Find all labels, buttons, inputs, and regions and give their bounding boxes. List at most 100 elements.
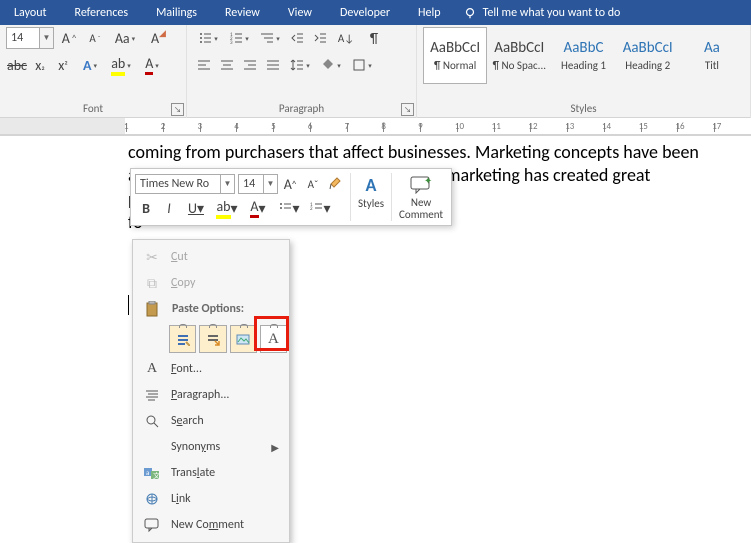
sort-button[interactable]: A↓ xyxy=(332,27,362,49)
mini-new-comment-label: NewComment xyxy=(399,197,443,221)
tab-help[interactable]: Help xyxy=(404,0,455,25)
ctx-search[interactable]: Search xyxy=(135,408,287,434)
numbering-button[interactable]: 123▾ xyxy=(224,27,254,49)
font-size-value[interactable]: 14 xyxy=(6,27,40,49)
horizontal-ruler[interactable]: 1234567891011121314151617 xyxy=(0,118,751,136)
ctx-cut: ✂Cut xyxy=(135,244,287,270)
shading-button[interactable]: ▾ xyxy=(316,54,346,76)
chevron-down-icon[interactable]: ▼ xyxy=(221,174,235,194)
chevron-right-icon: ▶ xyxy=(271,441,279,454)
group-paragraph: ▾ 123▾ ▾ A↓ ¶ ▾ ▾ ▾ Paragraph ↘ xyxy=(187,25,417,118)
chevron-down-icon[interactable]: ▼ xyxy=(40,27,54,49)
ctx-translate[interactable]: a文Translate xyxy=(135,460,287,486)
paragraph-dialog-launcher[interactable]: ↘ xyxy=(401,103,414,116)
paste-text-only[interactable]: A xyxy=(260,325,287,353)
svg-text:✦: ✦ xyxy=(424,176,432,187)
ctx-font[interactable]: AFont... xyxy=(135,356,287,382)
font-dialog-launcher[interactable]: ↘ xyxy=(171,103,184,116)
align-left-button[interactable] xyxy=(193,54,215,76)
ribbon: 14 ▼ A^ Aˇ Aa▾ A◢ abc x₂ x² A▾ ab▾ A▾ Fo… xyxy=(0,25,751,118)
style-2[interactable]: AaBbCHeading 1 xyxy=(551,27,615,84)
tab-view[interactable]: View xyxy=(274,0,326,25)
styles-icon: A xyxy=(358,173,384,197)
ctx-paragraph[interactable]: Paragraph... xyxy=(135,382,287,408)
mini-font-color[interactable]: A▾ xyxy=(243,197,273,219)
subscript-button[interactable]: x₂ xyxy=(29,54,51,76)
bullets-button[interactable]: ▾ xyxy=(193,27,223,49)
tab-review[interactable]: Review xyxy=(211,0,274,25)
style-4[interactable]: AaTitl xyxy=(680,27,744,84)
text-cursor xyxy=(128,295,129,315)
paste-keep-source[interactable] xyxy=(169,325,196,353)
increase-indent-button[interactable] xyxy=(309,27,331,49)
highlight-button[interactable]: ab▾ xyxy=(106,54,136,76)
tell-me-search[interactable]: Tell me what you want to do xyxy=(463,6,621,20)
translate-icon: a文 xyxy=(143,466,161,480)
mini-grow-font[interactable]: A^ xyxy=(279,173,301,195)
ribbon-tabs: Layout References Mailings Review View D… xyxy=(0,0,751,25)
grow-font-button[interactable]: A^ xyxy=(58,27,80,49)
tab-mailings[interactable]: Mailings xyxy=(142,0,211,25)
mini-numbering[interactable]: 12▾ xyxy=(305,197,335,219)
ruler-ticks: 1234567891011121314151617 xyxy=(126,118,751,134)
mini-highlight[interactable]: ab▾ xyxy=(212,197,242,219)
paragraph-icon xyxy=(143,388,161,402)
paste-picture[interactable] xyxy=(230,325,257,353)
style-3[interactable]: AaBbCcIHeading 2 xyxy=(616,27,680,84)
mini-size-select[interactable]: 14▼ xyxy=(238,174,278,194)
line-spacing-button[interactable]: ▾ xyxy=(285,54,315,76)
mini-underline[interactable]: U▾ xyxy=(181,197,211,219)
clear-formatting-button[interactable]: A◢ xyxy=(144,27,166,49)
change-case-button[interactable]: Aa▾ xyxy=(110,27,140,49)
link-icon xyxy=(143,492,161,506)
paste-merge[interactable] xyxy=(199,325,226,353)
show-marks-button[interactable]: ¶ xyxy=(363,27,385,49)
tell-me-label: Tell me what you want to do xyxy=(483,6,621,20)
mini-styles-label: Styles xyxy=(358,197,384,210)
mini-styles-button[interactable]: A Styles xyxy=(352,171,390,223)
superscript-button[interactable]: x² xyxy=(52,54,74,76)
decrease-indent-button[interactable] xyxy=(286,27,308,49)
mini-shrink-font[interactable]: Aˇ xyxy=(302,173,324,195)
style-1[interactable]: AaBbCcI¶ No Spac... xyxy=(487,27,551,84)
font-size-select[interactable]: 14 ▼ xyxy=(6,27,54,49)
align-right-button[interactable] xyxy=(239,54,261,76)
chevron-down-icon[interactable]: ▼ xyxy=(264,174,278,194)
borders-button[interactable]: ▾ xyxy=(347,54,377,76)
group-styles: AaBbCcI¶ NormalAaBbCcI¶ No Spac...AaBbCH… xyxy=(417,25,751,118)
mini-font-value[interactable]: Times New Ro xyxy=(135,174,221,194)
ctx-new-comment[interactable]: New Comment xyxy=(135,512,287,538)
tab-developer[interactable]: Developer xyxy=(326,0,404,25)
ctx-paste-options-label: Paste Options: xyxy=(135,296,287,322)
align-center-button[interactable] xyxy=(216,54,238,76)
ctx-copy: ⧉Copy xyxy=(135,270,287,296)
comment-icon: ✦ xyxy=(408,173,434,197)
text-effects-button[interactable]: A▾ xyxy=(75,54,105,76)
ctx-link[interactable]: Link xyxy=(135,486,287,512)
svg-text:文: 文 xyxy=(153,471,160,480)
mini-toolbar: Times New Ro▼ 14▼ A^ Aˇ B I U▾ ab▾ A▾ ▾ … xyxy=(130,168,452,226)
doc-line-1: coming from purchasers that affect busin… xyxy=(128,141,733,164)
ctx-paste-options: A xyxy=(135,322,287,356)
font-color-button[interactable]: A▾ xyxy=(137,54,167,76)
tab-layout[interactable]: Layout xyxy=(0,0,61,25)
mini-new-comment-button[interactable]: ✦ NewComment xyxy=(393,171,449,223)
mini-bullets[interactable]: ▾ xyxy=(274,197,304,219)
mini-font-select[interactable]: Times New Ro▼ xyxy=(135,174,235,194)
group-paragraph-label: Paragraph xyxy=(193,102,410,118)
multilevel-button[interactable]: ▾ xyxy=(255,27,285,49)
svg-text:3: 3 xyxy=(230,40,233,45)
justify-button[interactable] xyxy=(262,54,284,76)
copy-icon: ⧉ xyxy=(143,275,161,292)
style-0[interactable]: AaBbCcI¶ Normal xyxy=(423,27,487,84)
shrink-font-button[interactable]: Aˇ xyxy=(84,27,106,49)
mini-size-value[interactable]: 14 xyxy=(238,174,264,194)
bulb-icon xyxy=(463,6,477,20)
tab-references[interactable]: References xyxy=(61,0,143,25)
scissors-icon: ✂ xyxy=(143,249,161,266)
ctx-synonyms[interactable]: Synonyms▶ xyxy=(135,434,287,460)
strikethrough-button[interactable]: abc xyxy=(6,54,28,76)
mini-bold[interactable]: B xyxy=(135,197,157,219)
mini-format-painter[interactable] xyxy=(325,173,347,195)
mini-italic[interactable]: I xyxy=(158,197,180,219)
